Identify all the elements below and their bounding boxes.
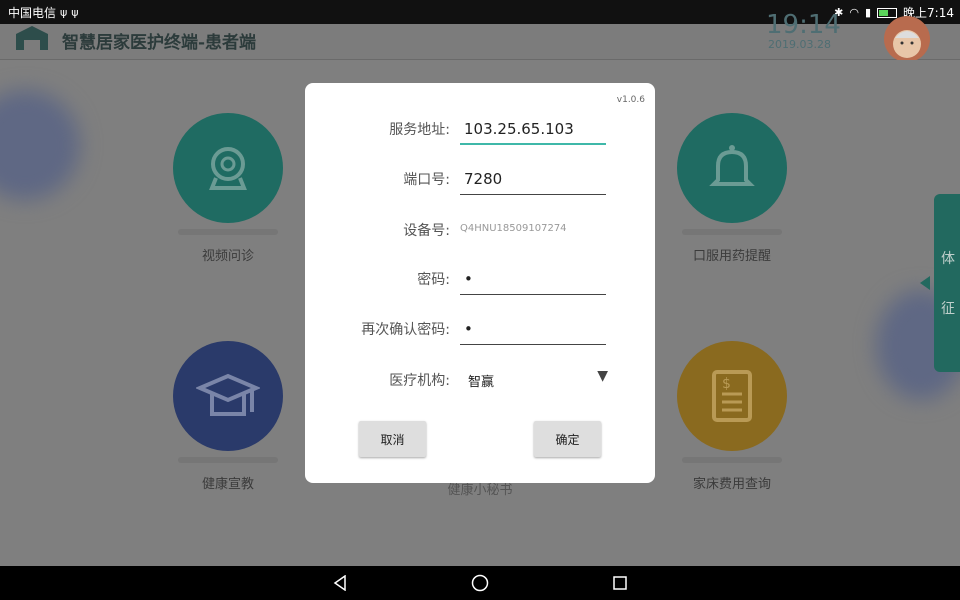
server-address-label: 服务地址: bbox=[389, 122, 450, 138]
tile-label: 健康宣教 bbox=[201, 477, 254, 492]
svg-text:$: $ bbox=[722, 376, 731, 392]
decor-blob bbox=[0, 90, 80, 200]
institution-select[interactable]: 智赢 ▼ bbox=[468, 368, 608, 390]
recents-icon[interactable] bbox=[610, 574, 630, 592]
graduation-cap-icon bbox=[173, 341, 283, 451]
avatar-face-icon bbox=[893, 30, 921, 58]
confirm-password-label: 再次确认密码: bbox=[361, 322, 450, 338]
bell-icon bbox=[677, 113, 787, 223]
password-input[interactable]: • bbox=[460, 268, 606, 295]
version-label: v1.0.6 bbox=[616, 95, 645, 105]
password-label: 密码: bbox=[417, 272, 450, 288]
port-input[interactable]: 7280 bbox=[460, 168, 606, 195]
port-label: 端口号: bbox=[403, 172, 450, 188]
header-clock: 19:14 bbox=[766, 10, 841, 40]
tile-shadow bbox=[178, 457, 278, 463]
tile-video-consult[interactable]: 视频问诊 bbox=[168, 113, 288, 264]
house-logo-icon bbox=[16, 26, 48, 50]
institution-value: 智赢 bbox=[468, 375, 495, 390]
tile-fee-query[interactable]: $ 家床费用查询 bbox=[672, 341, 792, 492]
vital-signs-tab[interactable]: 体 征 bbox=[934, 194, 960, 372]
settings-dialog: v1.0.6 服务地址: 103.25.65.103 端口号: 7280 设备号… bbox=[305, 83, 655, 483]
confirm-button[interactable]: 确定 bbox=[534, 421, 601, 457]
app-title: 智慧居家医护终端-患者端 bbox=[62, 33, 257, 53]
device-id-label: 设备号: bbox=[403, 223, 450, 239]
cancel-button[interactable]: 取消 bbox=[359, 421, 426, 457]
server-address-input[interactable]: 103.25.65.103 bbox=[460, 118, 606, 145]
header-date: 2019.03.28 bbox=[768, 38, 831, 51]
back-icon[interactable] bbox=[330, 574, 350, 592]
tile-shadow bbox=[682, 457, 782, 463]
usb-icon: ψ bbox=[60, 6, 68, 19]
institution-label: 医疗机构: bbox=[389, 373, 450, 389]
signal-icon: ▮ bbox=[864, 6, 872, 19]
app-header: 智慧居家医护终端-患者端 19:14 2019.03.28 bbox=[0, 10, 960, 62]
dropdown-caret-icon: ▼ bbox=[597, 368, 608, 384]
tile-label: 视频问诊 bbox=[201, 249, 254, 264]
caret-left-icon[interactable] bbox=[920, 276, 930, 290]
side-tab-char: 征 bbox=[941, 301, 955, 317]
system-nav-bar bbox=[0, 566, 960, 600]
confirm-password-input[interactable]: • bbox=[460, 318, 606, 345]
tile-medication-reminder[interactable]: 口服用药提醒 bbox=[672, 113, 792, 264]
home-icon[interactable] bbox=[470, 574, 490, 592]
tile-health-education[interactable]: 健康宣教 bbox=[168, 341, 288, 492]
battery-icon bbox=[877, 7, 898, 18]
carrier-label: 中国电信 bbox=[8, 6, 57, 20]
usb-icon: ψ bbox=[71, 6, 79, 19]
wifi-icon: ◠ bbox=[849, 6, 859, 19]
tile-label: 家床费用查询 bbox=[692, 477, 771, 492]
device-id-value: Q4HNU18509107274 bbox=[460, 223, 567, 234]
webcam-icon bbox=[173, 113, 283, 223]
tile-label: 口服用药提醒 bbox=[692, 249, 771, 264]
bill-icon: $ bbox=[677, 341, 787, 451]
tile-shadow bbox=[682, 229, 782, 235]
side-tab-char: 体 bbox=[941, 251, 955, 267]
tile-shadow bbox=[178, 229, 278, 235]
avatar[interactable] bbox=[884, 16, 930, 62]
